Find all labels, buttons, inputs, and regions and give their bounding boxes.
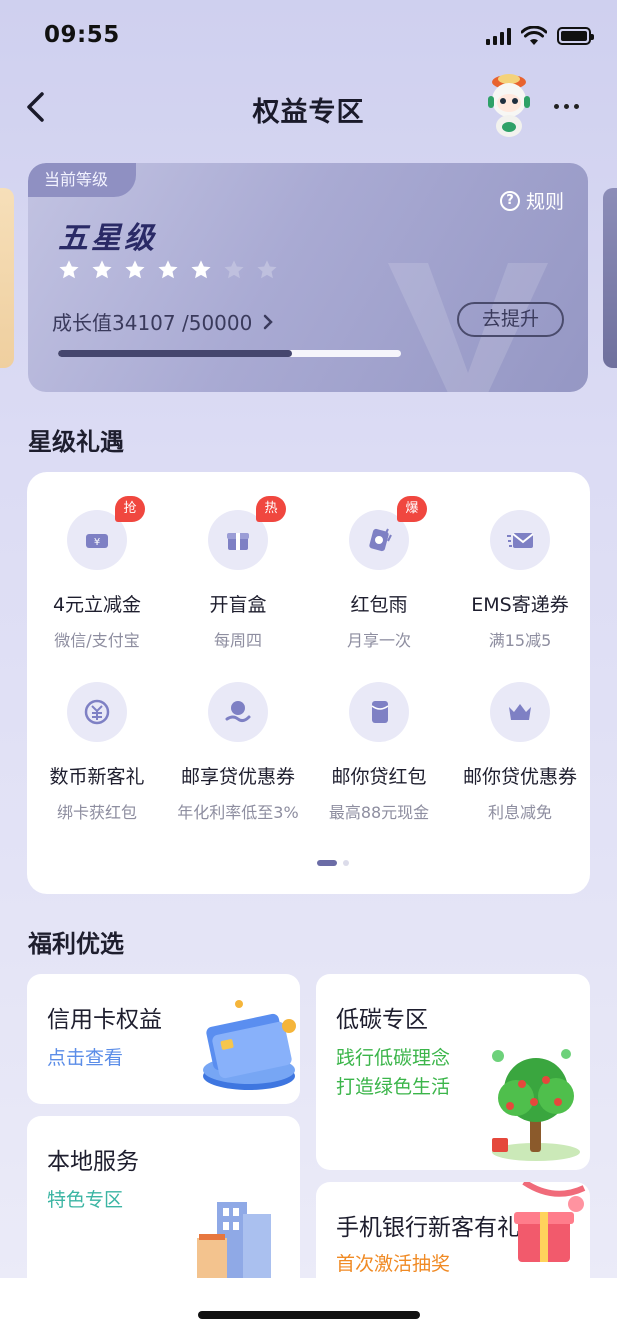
status-icons — [486, 26, 594, 46]
red-envelope-rain-icon — [369, 528, 392, 552]
status-bar: 09:55 — [0, 0, 617, 70]
red-packet-icon — [371, 701, 389, 723]
tile-title: 信用卡权益 — [47, 1007, 162, 1033]
low-carbon-tile[interactable]: 低碳专区 践行低碳理念 打造绿色生活 — [316, 974, 590, 1170]
benefit-badge: 抢 — [115, 496, 145, 522]
benefit-item[interactable]: 爆红包雨月享一次 — [309, 496, 449, 651]
star-filled-icon — [59, 260, 79, 279]
benefit-subtitle: 利息减免 — [487, 803, 552, 822]
tile-sub: 首次激活抽奖 — [336, 1253, 451, 1275]
wifi-icon — [521, 26, 547, 45]
benefit-subtitle: 每周四 — [213, 631, 262, 650]
local-services-tile[interactable]: 本地服务 特色专区 — [27, 1116, 300, 1296]
growth-progress-bar — [58, 350, 401, 357]
digital-currency-icon — [84, 699, 110, 725]
benefit-label: EMS寄递券 — [471, 594, 569, 616]
tile-title: 手机银行新客有礼 — [336, 1215, 520, 1241]
page-indicator — [317, 860, 349, 866]
previous-level-card-edge[interactable] — [0, 188, 14, 368]
star-filled-icon — [158, 260, 178, 279]
mascot-avatar-icon[interactable] — [480, 70, 538, 138]
star-filled-icon — [191, 260, 211, 279]
benefit-item[interactable]: 热开盲盒每周四 — [168, 496, 308, 651]
benefit-label: 开盲盒 — [209, 594, 267, 616]
growth-text: 成长值34107 /50000 — [52, 311, 253, 335]
section-title-benefits: 星级礼遇 — [28, 428, 124, 456]
benefit-label: 红包雨 — [350, 594, 408, 616]
star-filled-icon — [125, 260, 145, 279]
benefit-subtitle: 最高88元现金 — [328, 803, 430, 822]
tile-title: 本地服务 — [47, 1149, 139, 1175]
credit-card-benefits-tile[interactable]: 信用卡权益 点击查看 — [27, 974, 300, 1104]
mail-icon — [507, 533, 534, 548]
bottom-safe-area — [0, 1278, 617, 1334]
benefit-subtitle: 绑卡获红包 — [56, 803, 137, 822]
level-stars — [58, 259, 278, 281]
benefit-icon-circle: 爆 — [349, 496, 427, 570]
loan-hand-icon — [225, 701, 251, 723]
star-empty-icon — [224, 260, 244, 279]
nav-bar: 权益专区 — [0, 70, 617, 144]
svg-text:¥: ¥ — [94, 537, 100, 548]
level-name: 五星级 — [58, 221, 157, 256]
benefits-card: ¥ 抢 4元立减金 微信/支付宝热开盲盒 每周四爆红包雨 月享一次 EMS寄递券 满15减5 数… — [27, 472, 590, 894]
growth-progress-fill — [58, 350, 292, 357]
benefit-label: 邮你贷优惠券 — [462, 766, 577, 788]
next-level-card-edge[interactable] — [603, 188, 617, 368]
home-indicator[interactable] — [198, 1311, 420, 1319]
page-dot — [343, 860, 349, 866]
voucher-icon: ¥ — [86, 534, 108, 548]
rules-label: 规则 — [525, 191, 564, 213]
benefit-icon-circle — [208, 682, 268, 742]
benefit-label: 邮你贷红包 — [331, 766, 427, 788]
star-empty-icon — [257, 260, 277, 279]
benefit-icon-circle: ¥ 抢 — [67, 496, 145, 570]
benefit-item[interactable]: 数币新客礼绑卡获红包 — [27, 682, 167, 823]
benefit-label: 4元立减金 — [52, 594, 142, 616]
chevron-right-icon — [264, 314, 274, 329]
tile-sub-line2: 打造绿色生活 — [336, 1076, 451, 1098]
battery-icon — [557, 27, 594, 45]
page-dot-active — [317, 860, 337, 866]
gift-box-icon — [227, 533, 249, 550]
benefit-badge: 热 — [256, 496, 286, 522]
benefit-item[interactable]: 邮享贷优惠券 年化利率低至3% — [168, 682, 308, 823]
gift-illustration-icon — [514, 1182, 586, 1262]
level-card: 当前等级 五星级 ? 规则 成长值34107 /50000 去提升 — [28, 163, 588, 392]
benefit-icon-circle: 热 — [208, 496, 286, 570]
tile-title: 低碳专区 — [336, 1007, 428, 1033]
benefit-subtitle: 满15减5 — [488, 631, 552, 650]
question-icon: ? — [499, 190, 520, 211]
rules-button[interactable]: ? 规则 — [499, 187, 564, 214]
benefit-label: 数币新客礼 — [49, 766, 145, 788]
benefit-item[interactable]: 邮你贷红包最高88元现金 — [309, 682, 449, 823]
section-title-welfare: 福利优选 — [28, 930, 124, 958]
benefit-icon-circle — [490, 510, 550, 570]
tile-sub-line1: 践行低碳理念 — [336, 1047, 451, 1069]
growth-value-link[interactable]: 成长值34107 /50000 — [52, 307, 274, 336]
tile-sub: 特色专区 — [47, 1189, 124, 1211]
crown-icon — [509, 704, 531, 720]
benefit-icon-circle — [349, 682, 409, 742]
more-options-icon[interactable] — [554, 96, 588, 116]
star-filled-icon — [92, 260, 112, 279]
benefit-item[interactable]: ¥ 抢 4元立减金 微信/支付宝 — [27, 496, 167, 651]
benefit-icon-circle — [67, 682, 127, 742]
credit-card-illustration-icon — [203, 1000, 296, 1090]
benefit-icon-circle — [490, 682, 550, 742]
current-level-tag: 当前等级 — [28, 163, 137, 197]
status-time: 09:55 — [44, 22, 120, 48]
benefit-item[interactable]: 邮你贷优惠券 利息减免 — [450, 682, 590, 823]
benefit-badge: 爆 — [397, 496, 427, 522]
upgrade-button[interactable]: 去提升 — [457, 302, 564, 337]
tree-illustration-icon — [492, 1049, 580, 1161]
benefit-item[interactable]: EMS寄递券 满15减5 — [450, 510, 590, 651]
cellular-signal-icon — [486, 27, 511, 45]
benefit-subtitle: 年化利率低至3% — [177, 803, 299, 822]
benefit-subtitle: 微信/支付宝 — [54, 631, 140, 650]
benefit-label: 邮享贷优惠券 — [180, 766, 295, 788]
tile-link: 点击查看 — [47, 1047, 124, 1069]
benefit-subtitle: 月享一次 — [346, 631, 411, 650]
buildings-illustration-icon — [197, 1202, 271, 1278]
